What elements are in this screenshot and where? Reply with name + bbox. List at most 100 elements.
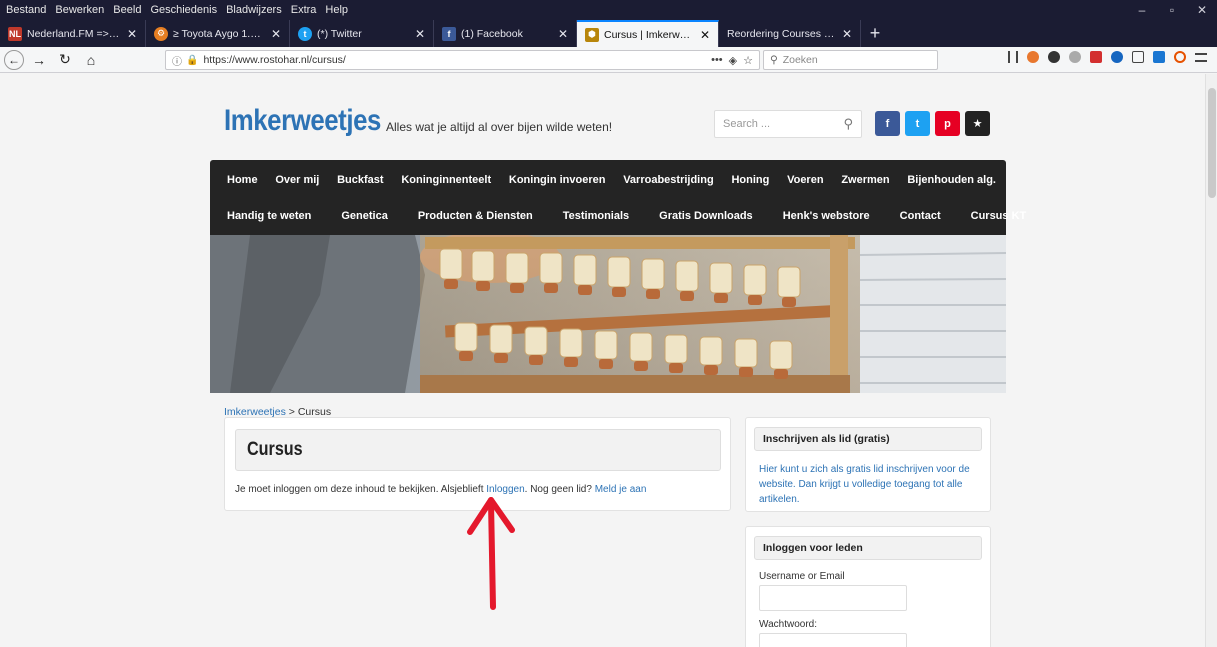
extension-badge-icon[interactable]	[1153, 51, 1165, 63]
tab-nederland-fm[interactable]: NL Nederland.FM => Online luist ✕	[0, 20, 146, 47]
star-icon[interactable]: ★	[965, 111, 990, 136]
browser-search-bar[interactable]: ⚲ Zoeken	[763, 50, 938, 70]
close-tab-icon[interactable]: ✕	[127, 27, 137, 41]
nav-home[interactable]: Home	[210, 174, 258, 186]
maximize-icon[interactable]: ▫	[1157, 0, 1187, 20]
menu-beeld[interactable]: Beeld	[113, 4, 141, 16]
extension-blue-icon[interactable]	[1111, 51, 1123, 63]
menu-geschiedenis[interactable]: Geschiedenis	[150, 4, 217, 16]
menu-bladwijzers[interactable]: Bladwijzers	[226, 4, 282, 16]
menu-bestand[interactable]: Bestand	[6, 4, 46, 16]
extension-orange-icon[interactable]	[1174, 51, 1186, 63]
tab-title: (*) Twitter	[317, 27, 362, 40]
login-widget-title: Inloggen voor leden	[754, 536, 982, 560]
search-icon[interactable]: ⚲	[843, 116, 853, 132]
site-search-input[interactable]: Search ... ⚲	[714, 110, 862, 138]
close-tab-icon[interactable]: ✕	[842, 27, 852, 41]
nav-koningin-invoeren[interactable]: Koningin invoeren	[509, 174, 606, 186]
lock-icon: 🔒	[186, 54, 199, 66]
close-tab-icon[interactable]: ✕	[700, 28, 710, 42]
message-text-middle: . Nog geen lid?	[524, 484, 595, 495]
nav-testimonials[interactable]: Testimonials	[546, 210, 642, 222]
facebook-icon[interactable]: f	[875, 111, 900, 136]
login-widget: Inloggen voor leden Username or Email Wa…	[745, 526, 991, 647]
reload-icon[interactable]: ↻	[54, 49, 76, 71]
tab-title: Cursus | Imkerweetjes	[604, 28, 694, 41]
nav-producten-diensten[interactable]: Producten & Diensten	[401, 210, 546, 222]
nav-honing[interactable]: Honing	[731, 174, 769, 186]
nav-buckfast[interactable]: Buckfast	[337, 174, 383, 186]
close-window-icon[interactable]: ✕	[1187, 0, 1217, 20]
nav-henks-webstore[interactable]: Henk's webstore	[766, 210, 883, 222]
tab-cursus-imkerweetjes[interactable]: ⬢ Cursus | Imkerweetjes ✕	[577, 20, 719, 47]
menu-bar: Bestand Bewerken Beeld Geschiedenis Blad…	[0, 0, 1217, 20]
minimize-icon[interactable]: –	[1127, 0, 1157, 20]
nav-contact[interactable]: Contact	[883, 210, 954, 222]
tab-facebook[interactable]: f (1) Facebook ✕	[434, 20, 577, 47]
pocket-icon[interactable]: ◈	[729, 54, 737, 67]
menu-bewerken[interactable]: Bewerken	[55, 4, 104, 16]
nav-genetica[interactable]: Genetica	[324, 210, 400, 222]
nav-varroabestrijding[interactable]: Varroabestrijding	[623, 174, 713, 186]
bookmark-star-icon[interactable]: ☆	[743, 54, 753, 67]
twitter-favicon-icon: t	[298, 26, 312, 41]
tab-twitter[interactable]: t (*) Twitter ✕	[290, 20, 434, 47]
close-tab-icon[interactable]: ✕	[415, 27, 425, 41]
nav-bijenhouden-alg[interactable]: Bijenhouden alg.	[907, 174, 996, 186]
navigation-toolbar: ← → ↻ ⌂ ⓘ 🔒 https://www.rostohar.nl/curs…	[0, 47, 1217, 73]
password-label: Wachtwoord:	[759, 619, 817, 630]
extension-gray-icon[interactable]	[1069, 51, 1081, 63]
close-tab-icon[interactable]: ✕	[558, 27, 568, 41]
tab-toyota[interactable]: ⚙ ≥ Toyota Aygo 1.0-12V+ City ✕	[146, 20, 290, 47]
twitter-icon[interactable]: t	[905, 111, 930, 136]
page-actions-icon[interactable]: •••	[711, 54, 723, 67]
social-icons: f t p ★	[875, 111, 990, 136]
extension-dark-icon[interactable]	[1048, 51, 1060, 63]
tab-reordering-courses[interactable]: Reordering Courses and Lessons – ✕	[719, 20, 861, 47]
nav-handig-te-weten[interactable]: Handig te weten	[210, 210, 324, 222]
menu-extra[interactable]: Extra	[291, 4, 317, 16]
page-viewport: Imkerweetjes Alles wat je altijd al over…	[0, 74, 1217, 647]
signup-widget-link[interactable]: Hier kunt u zich als gratis lid inschrij…	[759, 462, 974, 507]
extension-red-icon[interactable]	[1090, 51, 1102, 63]
window-controls: – ▫ ✕	[1127, 0, 1217, 20]
extension-flame-icon[interactable]	[1027, 51, 1039, 63]
pinterest-icon[interactable]: p	[935, 111, 960, 136]
tab-title: Nederland.FM => Online luist	[27, 27, 121, 40]
nederland-fm-favicon-icon: NL	[8, 26, 22, 41]
back-icon[interactable]: ←	[4, 49, 24, 70]
signup-widget-title: Inschrijven als lid (gratis)	[754, 427, 982, 451]
sidebar-icon[interactable]	[1132, 51, 1144, 63]
page-title: Cursus	[247, 439, 303, 460]
message-text: Je moet inloggen om deze inhoud te bekij…	[235, 484, 487, 495]
toyota-favicon-icon: ⚙	[154, 26, 168, 41]
scrollbar-thumb[interactable]	[1208, 88, 1216, 198]
nav-over-mij[interactable]: Over mij	[275, 174, 319, 186]
username-input[interactable]	[759, 585, 907, 611]
nav-row-2: Handig te weten Genetica Producten & Die…	[210, 210, 1026, 222]
password-input[interactable]	[759, 633, 907, 647]
signup-widget: Inschrijven als lid (gratis) Hier kunt u…	[745, 417, 991, 512]
site-logo[interactable]: Imkerweetjes	[224, 104, 381, 138]
site-search-placeholder: Search ...	[723, 118, 771, 130]
home-icon[interactable]: ⌂	[80, 49, 102, 71]
nav-zwermen[interactable]: Zwermen	[841, 174, 889, 186]
tab-title: Reordering Courses and Lessons –	[727, 27, 836, 40]
new-tab-icon[interactable]: +	[861, 20, 889, 47]
register-link[interactable]: Meld je aan	[595, 484, 647, 495]
nav-cursus-kt[interactable]: Cursus KT	[954, 210, 1040, 222]
forward-icon[interactable]: →	[28, 49, 50, 71]
info-icon[interactable]: ⓘ	[172, 53, 182, 68]
url-bar[interactable]: ⓘ 🔒 https://www.rostohar.nl/cursus/ ••• …	[165, 50, 760, 70]
site-tagline: Alles wat je altijd al over bijen wilde …	[386, 120, 613, 134]
close-tab-icon[interactable]: ✕	[271, 27, 281, 41]
menu-help[interactable]: Help	[325, 4, 348, 16]
url-text[interactable]: https://www.rostohar.nl/cursus/	[203, 54, 711, 66]
page-scrollbar[interactable]	[1205, 74, 1217, 647]
nav-voeren[interactable]: Voeren	[787, 174, 823, 186]
nav-gratis-downloads[interactable]: Gratis Downloads	[642, 210, 766, 222]
library-icon[interactable]	[1008, 51, 1018, 63]
menu-icon[interactable]	[1195, 52, 1207, 62]
nav-koninginnenteelt[interactable]: Koninginnenteelt	[401, 174, 491, 186]
facebook-favicon-icon: f	[442, 26, 456, 41]
